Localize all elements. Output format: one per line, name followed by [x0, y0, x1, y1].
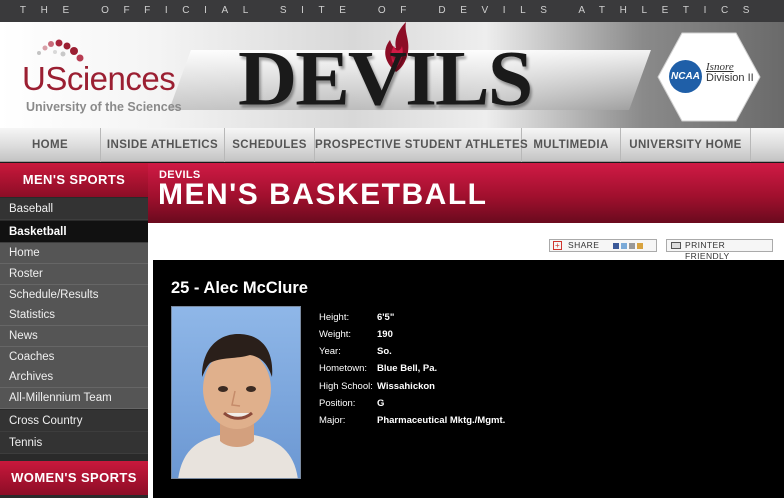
sports-sidebar: MEN'S SPORTS Baseball Basketball Home Ro… [0, 163, 148, 498]
division-text: Division II [706, 72, 754, 84]
high-school-label: High School: [319, 381, 373, 392]
division-ii-label: Isnore Division II [706, 62, 754, 84]
womens-sports-header: WOMEN'S SPORTS [0, 461, 148, 495]
share-button[interactable]: + SHARE [549, 239, 657, 252]
weight-label: Weight: [319, 329, 352, 340]
year-label: Year: [319, 346, 341, 357]
printer-label: PRINTER FRIENDLY [685, 240, 730, 261]
nav-inside-athletics[interactable]: INSIDE ATHLETICS [101, 128, 225, 162]
high-school-value: Wissahickon [377, 381, 435, 392]
social-icons [613, 241, 653, 250]
ncaa-logo: NCAA [669, 60, 702, 93]
sidebar-item-tennis[interactable]: Tennis [0, 432, 148, 454]
sidebar-item-baseball[interactable]: Baseball [0, 198, 148, 220]
height-label: Height: [319, 312, 350, 323]
page-title: MEN'S BASKETBALL [158, 178, 488, 211]
position-value: G [377, 398, 385, 409]
printer-friendly-button[interactable]: PRINTER FRIENDLY [666, 239, 773, 261]
sidebar-sub-home[interactable]: Home [0, 243, 148, 264]
hometown-label: Hometown: [319, 363, 368, 374]
major-value: Pharmaceutical Mktg./Mgmt. [377, 415, 506, 426]
nav-schedules[interactable]: SCHEDULES [225, 128, 315, 162]
sidebar-sub-schedule-results[interactable]: Schedule/Results [0, 285, 148, 306]
position-label: Position: [319, 398, 356, 409]
year-value: So. [377, 346, 392, 357]
share-label: SHARE [568, 240, 600, 250]
devils-wordmark: DEVILS [238, 35, 533, 122]
sidebar-item-cross-country[interactable]: Cross Country [0, 410, 148, 432]
major-label: Major: [319, 415, 346, 426]
sidebar-sub-roster[interactable]: Roster [0, 264, 148, 285]
main-nav: HOME INSIDE ATHLETICS SCHEDULES PROSPECT… [0, 128, 784, 162]
player-name: 25 - Alec McClure [171, 279, 308, 297]
site-header: USciences University of the Sciences DEV… [0, 22, 784, 128]
sidebar-sub-all-millennium-team[interactable]: All-Millennium Team [0, 388, 148, 409]
share-plus-icon: + [553, 241, 562, 250]
nav-university-home[interactable]: UNIVERSITY HOME [621, 128, 751, 162]
nav-prospective-student-athletes[interactable]: PROSPECTIVE STUDENT ATHLETES [315, 128, 528, 162]
sidebar-sub-coaches[interactable]: Coaches [0, 347, 148, 368]
printer-icon [671, 242, 681, 249]
sidebar-sub-archives[interactable]: Archives [0, 367, 148, 388]
hometown-value: Blue Bell, Pa. [377, 363, 438, 374]
player-photo [171, 306, 301, 479]
main-content: DEVILS MEN'S BASKETBALL + SHARE PRINTER … [148, 163, 784, 498]
sidebar-item-basketball[interactable]: Basketball [0, 221, 148, 243]
player-profile: 25 - Alec McClure Height: 6'5" Weight: 1… [153, 260, 784, 498]
sidebar-sub-news[interactable]: News [0, 326, 148, 347]
weight-value: 190 [377, 329, 393, 340]
usciences-subtitle: University of the Sciences [26, 100, 182, 114]
page: THE OFFICIAL SITE OF DEVILS ATHLETICS US… [0, 0, 784, 498]
mens-sports-header: MEN'S SPORTS [0, 163, 148, 197]
nav-multimedia[interactable]: MULTIMEDIA [522, 128, 621, 162]
sport-banner: DEVILS MEN'S BASKETBALL [148, 163, 784, 223]
height-value: 6'5" [377, 312, 395, 323]
nav-home[interactable]: HOME [0, 128, 101, 162]
official-site-strip: THE OFFICIAL SITE OF DEVILS ATHLETICS [0, 0, 784, 22]
usciences-logo[interactable]: USciences [22, 60, 176, 98]
sidebar-sub-statistics[interactable]: Statistics [0, 305, 148, 326]
